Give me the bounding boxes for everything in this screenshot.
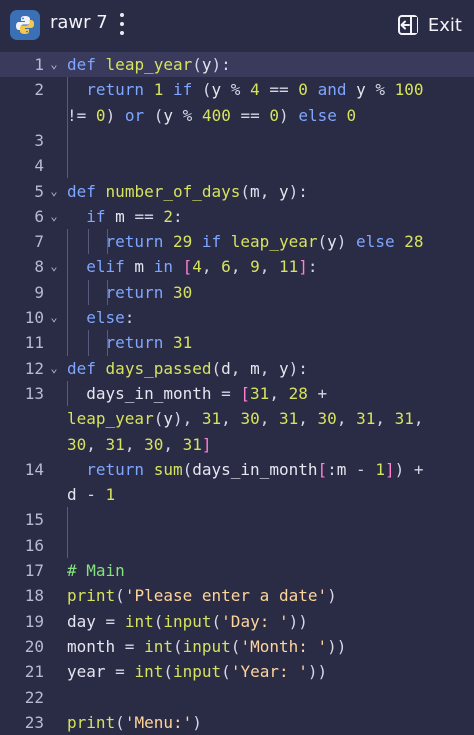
indent-guide bbox=[88, 279, 89, 305]
code-line[interactable]: != 0) or (y % 400 == 0) else 0 bbox=[0, 103, 474, 128]
code-line[interactable]: 3 bbox=[0, 128, 474, 153]
line-number: 19 bbox=[24, 611, 44, 631]
line-number: 2 bbox=[34, 80, 44, 100]
code-text: month = int(input('Month: ')) bbox=[67, 636, 347, 656]
code-text: return 31 bbox=[105, 333, 193, 353]
code-line[interactable]: 9 return 30 bbox=[0, 280, 474, 305]
code-line[interactable]: 10 ⌄ else: bbox=[0, 305, 474, 330]
code-line[interactable]: 19 day = int(input('Day: ')) bbox=[0, 609, 474, 634]
more-options-icon[interactable] bbox=[115, 11, 129, 37]
code-text: days_in_month = [31, 28 + bbox=[67, 383, 328, 403]
fold-chevron-icon[interactable]: ⌄ bbox=[48, 52, 60, 77]
code-text: return sum(days_in_month[:m - 1]) + bbox=[86, 459, 424, 479]
repl-title[interactable]: rawr 7 bbox=[50, 12, 108, 33]
code-text: elif m in [4, 6, 9, 11]: bbox=[86, 257, 318, 277]
code-text: day = int(input('Day: ')) bbox=[67, 611, 308, 631]
line-number: 21 bbox=[24, 662, 44, 682]
code-text: != 0) or (y % 400 == 0) else 0 bbox=[67, 105, 357, 125]
code-line[interactable]: d - 1 bbox=[0, 482, 474, 507]
code-line[interactable]: 23 print('Menu:') bbox=[0, 710, 474, 735]
code-text: if m == 2: bbox=[86, 206, 183, 226]
code-text: print('Menu:') bbox=[67, 712, 202, 732]
code-line[interactable]: 16 bbox=[0, 533, 474, 558]
code-line[interactable]: 12 ⌄ def days_passed(d, m, y): bbox=[0, 356, 474, 381]
code-text: def days_passed(d, m, y): bbox=[67, 358, 308, 378]
code-text: d - 1 bbox=[67, 485, 116, 505]
code-line[interactable]: 5 ⌄ def number_of_days(m, y): bbox=[0, 179, 474, 204]
line-number: 3 bbox=[34, 130, 44, 150]
code-text: 30, 31, 30, 31] bbox=[67, 434, 212, 454]
code-editor[interactable]: 1 ⌄ def leap_year(y): 2 return 1 if (y % 4 … bbox=[0, 52, 474, 735]
code-text: year = int(input('Year: ')) bbox=[67, 662, 328, 682]
fold-chevron-icon[interactable]: ⌄ bbox=[48, 305, 60, 330]
code-text: else: bbox=[86, 308, 135, 327]
code-line[interactable]: 7 return 29 if leap_year(y) else 28 bbox=[0, 229, 474, 254]
python-logo-icon bbox=[10, 10, 40, 40]
indent-guide bbox=[67, 77, 68, 179]
indent-guide bbox=[107, 229, 108, 255]
code-line[interactable]: 6 ⌄ if m == 2: bbox=[0, 204, 474, 229]
code-text: def number_of_days(m, y): bbox=[67, 181, 308, 201]
indent-guide bbox=[67, 380, 68, 407]
line-number: 4 bbox=[34, 156, 44, 176]
top-bar: rawr 7 Exit bbox=[0, 0, 474, 50]
fold-chevron-icon[interactable]: ⌄ bbox=[48, 204, 60, 229]
line-number: 7 bbox=[34, 232, 44, 252]
line-number: 12 bbox=[24, 358, 44, 378]
line-number: 8 bbox=[34, 257, 44, 277]
indent-guide bbox=[88, 229, 89, 255]
indent-guide bbox=[67, 507, 68, 558]
line-number: 10 bbox=[24, 308, 44, 327]
line-number: 9 bbox=[34, 282, 44, 302]
code-text: return 1 if (y % 4 == 0 and y % 100 bbox=[86, 80, 424, 100]
code-line[interactable]: 2 return 1 if (y % 4 == 0 and y % 100 bbox=[0, 77, 474, 102]
code-line[interactable]: 13 days_in_month = [31, 28 + bbox=[0, 381, 474, 406]
code-line[interactable]: 30, 31, 30, 31] bbox=[0, 432, 474, 457]
line-number: 6 bbox=[34, 206, 44, 226]
indent-guide bbox=[67, 229, 68, 356]
code-text: leap_year(y), 31, 30, 31, 30, 31, 31, bbox=[67, 409, 424, 429]
code-line[interactable]: 8 ⌄ elif m in [4, 6, 9, 11]: bbox=[0, 254, 474, 279]
code-line[interactable]: 1 ⌄ def leap_year(y): bbox=[0, 52, 474, 78]
exit-button[interactable]: Exit bbox=[396, 10, 462, 40]
line-number: 18 bbox=[24, 586, 44, 606]
line-number: 16 bbox=[24, 535, 44, 555]
indent-guide bbox=[107, 279, 108, 305]
fold-chevron-icon[interactable]: ⌄ bbox=[48, 356, 60, 381]
line-number: 15 bbox=[24, 510, 44, 530]
line-number: 11 bbox=[24, 333, 44, 353]
line-number: 20 bbox=[24, 636, 44, 656]
code-text: print('Please enter a date') bbox=[67, 586, 337, 606]
indent-guide bbox=[107, 330, 108, 356]
indent-guide bbox=[88, 330, 89, 356]
code-line[interactable]: 20 month = int(input('Month: ')) bbox=[0, 634, 474, 659]
line-number: 5 bbox=[34, 181, 44, 201]
fold-chevron-icon[interactable]: ⌄ bbox=[48, 179, 60, 204]
code-text: return 29 if leap_year(y) else 28 bbox=[105, 232, 424, 252]
line-number: 14 bbox=[24, 459, 44, 479]
fold-chevron-icon[interactable]: ⌄ bbox=[48, 254, 60, 279]
line-number: 13 bbox=[24, 383, 44, 403]
code-line[interactable]: 15 bbox=[0, 507, 474, 532]
line-number: 23 bbox=[24, 712, 44, 732]
code-line[interactable]: 17 # Main bbox=[0, 558, 474, 583]
code-line[interactable]: leap_year(y), 31, 30, 31, 30, 31, 31, bbox=[0, 406, 474, 431]
code-line[interactable]: 14 return sum(days_in_month[:m - 1]) + bbox=[0, 457, 474, 482]
exit-label: Exit bbox=[427, 14, 462, 36]
code-line[interactable]: 11 return 31 bbox=[0, 330, 474, 355]
code-line[interactable]: 18 print('Please enter a date') bbox=[0, 583, 474, 608]
code-text: # Main bbox=[67, 561, 125, 580]
code-text: def leap_year(y): bbox=[67, 55, 231, 74]
code-line[interactable]: 4 bbox=[0, 153, 474, 178]
line-number: 17 bbox=[24, 561, 44, 580]
exit-icon bbox=[397, 15, 418, 35]
line-number: 1 bbox=[34, 55, 44, 74]
code-line[interactable]: 22 bbox=[0, 685, 474, 710]
line-number: 22 bbox=[24, 687, 44, 707]
code-text: return 30 bbox=[105, 282, 193, 302]
code-line[interactable]: 21 year = int(input('Year: ')) bbox=[0, 659, 474, 684]
